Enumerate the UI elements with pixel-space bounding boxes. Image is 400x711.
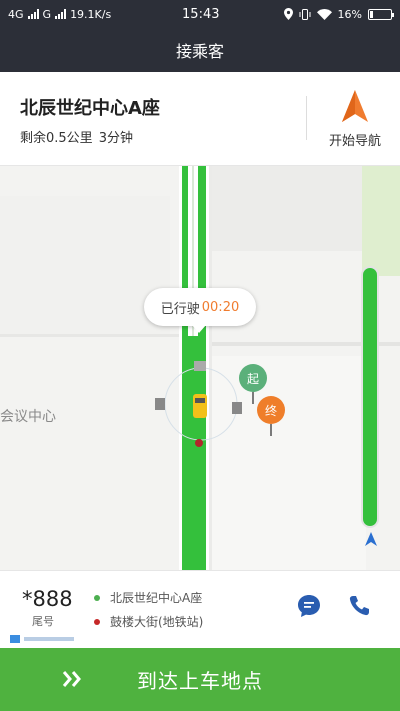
pickup-dot: [94, 594, 100, 601]
navigation-arrow-icon: [342, 90, 368, 122]
arrive-pickup-button[interactable]: 到达上车地点: [0, 648, 400, 711]
battery-fill: [370, 10, 374, 18]
divider: [306, 96, 307, 140]
signal-icon-2: [55, 9, 67, 19]
map-label-conference-center: 会议中心: [0, 409, 56, 425]
chat-bubble-icon: [298, 595, 320, 617]
trip-elapsed-label: 已行驶: [160, 301, 200, 317]
page-title: 接乘客: [175, 42, 224, 61]
arrive-pickup-label: 到达上车地点: [137, 669, 263, 693]
remaining-time: 3分钟: [98, 131, 133, 146]
clock: 15:43: [182, 6, 220, 22]
map-provider-logo-icon: [10, 635, 74, 643]
message-button[interactable]: [296, 593, 322, 619]
pickup-address: 北辰世纪中心A座: [110, 591, 203, 605]
plate-number: *888: [22, 587, 73, 611]
route-progress-bar: [361, 266, 379, 528]
destination-card: 北辰世纪中心A座 剩余0.5公里 3分钟 开始导航: [0, 72, 400, 166]
title-bar: 接乘客: [0, 28, 400, 72]
plate-label: 尾号: [32, 615, 54, 628]
map-base: [0, 166, 400, 570]
battery-percent: 16%: [337, 7, 362, 21]
wifi-icon: [316, 8, 332, 20]
map-view[interactable]: 会议中心 已行驶 00:20 起 终: [0, 166, 400, 570]
start-pin-stem: [252, 392, 254, 404]
remaining-distance: 剩余0.5公里: [20, 131, 93, 146]
dropoff-dot: [94, 618, 100, 625]
battery-icon: [368, 8, 394, 20]
network-speed: 19.1K/s: [70, 7, 112, 21]
trip-elapsed-time: 00:20: [201, 299, 240, 315]
start-navigation-button[interactable]: 开始导航: [318, 86, 392, 154]
status-bar: 4G G 19.1K/s 15:43 16%: [0, 0, 400, 28]
trip-elapsed-bubble: 已行驶 00:20: [144, 288, 256, 333]
signal-icon: [27, 9, 39, 19]
status-bar-right: 16%: [283, 7, 394, 21]
locate-button[interactable]: [360, 528, 382, 550]
compass-arrow-icon: [365, 532, 377, 546]
location-icon: [283, 8, 293, 20]
end-marker-label: 终: [264, 403, 277, 418]
status-bar-left: 4G G 19.1K/s: [8, 8, 158, 21]
vibrate-icon: [299, 8, 311, 20]
end-pin-stem: [270, 424, 272, 436]
passenger-info-card: *888 尾号 北辰世纪中心A座 鼓楼大街(地铁站): [0, 570, 400, 648]
dropoff-stop: 鼓楼大街(地铁站): [94, 613, 203, 630]
start-marker-label: 起: [246, 371, 259, 386]
network-type-1: 4G: [8, 7, 24, 21]
call-button[interactable]: [346, 593, 372, 619]
phone-icon: [349, 596, 369, 616]
destination-remaining: 剩余0.5公里 3分钟: [20, 127, 133, 146]
start-marker[interactable]: 起: [239, 364, 267, 392]
double-chevron-right-icon: [62, 671, 81, 687]
end-marker[interactable]: 终: [257, 396, 285, 424]
map-provider-logo: [8, 631, 88, 647]
network-type-2: G: [42, 7, 52, 21]
pickup-stop: 北辰世纪中心A座: [94, 589, 202, 606]
start-navigation-label: 开始导航: [328, 134, 381, 149]
dropoff-address: 鼓楼大街(地铁站): [110, 615, 204, 629]
destination-name: 北辰世纪中心A座: [20, 98, 160, 119]
